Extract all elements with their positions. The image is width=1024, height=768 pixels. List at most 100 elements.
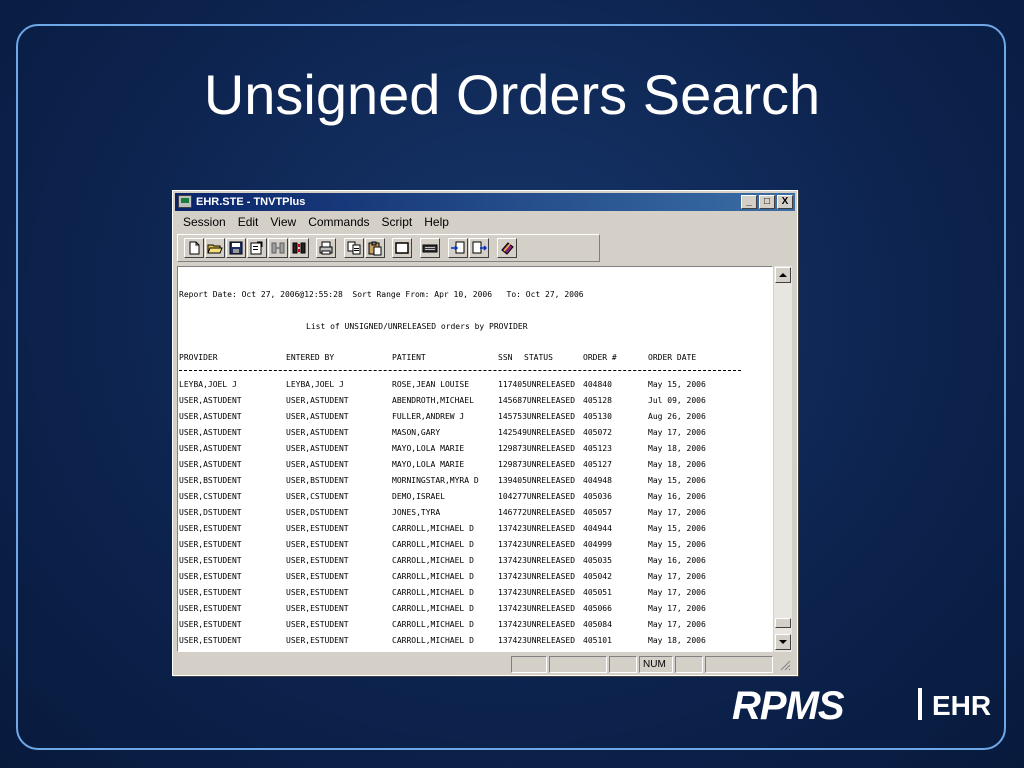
cell-ssn-status: 129873UNRELEASED [498, 460, 576, 469]
menu-bar: Session Edit View Commands Script Help [177, 213, 455, 231]
scroll-down-button[interactable] [775, 634, 791, 650]
cell-order-date: May 15, 2006 [648, 524, 706, 533]
cell-order-number: 405051 [583, 588, 612, 597]
cell-entered-by: USER,ESTUDENT [286, 524, 349, 533]
status-panel-5 [675, 656, 703, 673]
cell-order-number: 405072 [583, 428, 612, 437]
column-header-order-date: ORDER DATE [648, 353, 697, 362]
cell-order-number: 404944 [583, 524, 612, 533]
cell-ssn-status: 137423UNRELEASED [498, 604, 576, 613]
cell-provider: USER,ASTUDENT [179, 460, 242, 469]
cell-order-number: 405128 [583, 396, 612, 405]
table-row: USER,ESTUDENT USER,ESTUDENT CARROLL,MICHAE… [178, 636, 768, 651]
table-row: USER,ESTUDENT USER,ESTUDENT CARROLL,MICHAE… [178, 604, 768, 620]
cell-ssn-status: 142549UNRELEASED [498, 428, 576, 437]
receive-file-icon[interactable] [469, 238, 489, 258]
window-titlebar[interactable]: EHR.STE - TNVTPlus _ □ X [175, 193, 795, 211]
cell-patient: CARROLL,MICHAEL D [392, 572, 474, 581]
new-document-icon[interactable] [184, 238, 204, 258]
connect-icon[interactable] [289, 238, 309, 258]
cell-provider: USER,ESTUDENT [179, 604, 242, 613]
cell-order-date: May 17, 2006 [648, 508, 706, 517]
column-header-patient: PATIENT [392, 353, 426, 362]
cell-ssn-status: 145753UNRELEASED [498, 412, 576, 421]
cell-order-number: 405127 [583, 460, 612, 469]
cell-patient: MORNINGSTAR,MYRA D [392, 476, 479, 485]
print-icon[interactable] [316, 238, 336, 258]
cell-order-number: 405036 [583, 492, 612, 501]
cell-order-number: 405066 [583, 604, 612, 613]
send-file-icon[interactable] [448, 238, 468, 258]
menu-script[interactable]: Script [376, 213, 419, 231]
table-row: USER,ASTUDENT USER,ASTUDENT MASON,GARY 1425… [178, 428, 768, 444]
cell-patient: CARROLL,MICHAEL D [392, 636, 474, 645]
cell-ssn-status: 137423UNRELEASED [498, 636, 576, 645]
logo-ehr-text: EHR [932, 690, 992, 721]
cell-patient: CARROLL,MICHAEL D [392, 588, 474, 597]
help-book-icon[interactable] [497, 238, 517, 258]
cell-ssn-status: 137423UNRELEASED [498, 620, 576, 629]
status-bar: NUM [177, 656, 793, 673]
cell-provider: USER,CSTUDENT [179, 492, 242, 501]
resize-grip-icon[interactable] [779, 659, 791, 671]
keyboard-icon[interactable] [420, 238, 440, 258]
cell-provider: USER,ESTUDENT [179, 636, 242, 645]
cell-ssn-status: 137423UNRELEASED [498, 588, 576, 597]
table-row: USER,ESTUDENT USER,ESTUDENT CARROLL,MICHAE… [178, 556, 768, 572]
copy-icon[interactable] [344, 238, 364, 258]
cell-entered-by: USER,ESTUDENT [286, 540, 349, 549]
column-header-entered-by: ENTERED BY [286, 353, 335, 362]
save-icon[interactable] [226, 238, 246, 258]
maximize-button[interactable]: □ [759, 195, 775, 209]
cell-patient: CARROLL,MICHAEL D [392, 604, 474, 613]
table-row: LEYBA,JOEL J LEYBA,JOEL J ROSE,JEAN LOUISE… [178, 380, 768, 396]
cell-provider: USER,ESTUDENT [179, 620, 242, 629]
cell-ssn-status: 129873UNRELEASED [498, 444, 576, 453]
cell-ssn-status: 139405UNRELEASED [498, 476, 576, 485]
cell-ssn-status: 137423UNRELEASED [498, 556, 576, 565]
cell-entered-by: USER,DSTUDENT [286, 508, 349, 517]
cell-provider: USER,ESTUDENT [179, 572, 242, 581]
cell-order-date: May 17, 2006 [648, 588, 706, 597]
menu-session[interactable]: Session [177, 213, 232, 231]
open-folder-icon[interactable] [205, 238, 225, 258]
slide-title: Unsigned Orders Search [203, 63, 821, 126]
blank-screen-icon[interactable] [392, 238, 412, 258]
cell-patient: JONES,TYRA [392, 508, 441, 517]
cell-order-number: 404948 [583, 476, 612, 485]
cell-provider: USER,BSTUDENT [179, 476, 242, 485]
menu-edit[interactable]: Edit [232, 213, 265, 231]
menu-commands[interactable]: Commands [302, 213, 375, 231]
table-row: USER,ASTUDENT USER,ASTUDENT MAYO,LOLA MARI… [178, 444, 768, 460]
cell-ssn-status: 137423UNRELEASED [498, 572, 576, 581]
minimize-button[interactable]: _ [741, 195, 757, 209]
cell-ssn-status: 137423UNRELEASED [498, 524, 576, 533]
scroll-thumb[interactable] [775, 618, 791, 628]
properties-icon[interactable] [247, 238, 267, 258]
cell-entered-by: USER,BSTUDENT [286, 476, 349, 485]
cell-order-date: May 15, 2006 [648, 540, 706, 549]
cell-provider: USER,ASTUDENT [179, 396, 242, 405]
cell-ssn-status: 117405UNRELEASED [498, 380, 576, 389]
scroll-up-button[interactable] [775, 267, 791, 283]
cell-provider: USER,ASTUDENT [179, 444, 242, 453]
cell-order-date: May 18, 2006 [648, 636, 706, 645]
menu-help[interactable]: Help [418, 213, 455, 231]
menu-view[interactable]: View [264, 213, 302, 231]
column-header-ssn: SSN [498, 353, 513, 362]
status-panel-1 [511, 656, 547, 673]
vertical-scrollbar[interactable] [773, 266, 792, 652]
cell-order-date: May 16, 2006 [648, 556, 706, 565]
cell-ssn-status: 146772UNRELEASED [498, 508, 576, 517]
cell-order-number: 405035 [583, 556, 612, 565]
header-divider [179, 370, 741, 371]
cell-provider: USER,DSTUDENT [179, 508, 242, 517]
terminal-screen[interactable]: Report Date: Oct 27, 2006@12:55:28 Sort … [177, 266, 773, 652]
table-row: USER,ASTUDENT USER,ASTUDENT ABENDROTH,MICH… [178, 396, 768, 412]
cell-provider: USER,ASTUDENT [179, 412, 242, 421]
paste-icon[interactable] [365, 238, 385, 258]
cell-provider: USER,ESTUDENT [179, 540, 242, 549]
report-subtitle: List of UNSIGNED/UNRELEASED orders by PR… [306, 322, 528, 331]
disconnect-icon[interactable] [268, 238, 288, 258]
close-button[interactable]: X [777, 195, 793, 209]
